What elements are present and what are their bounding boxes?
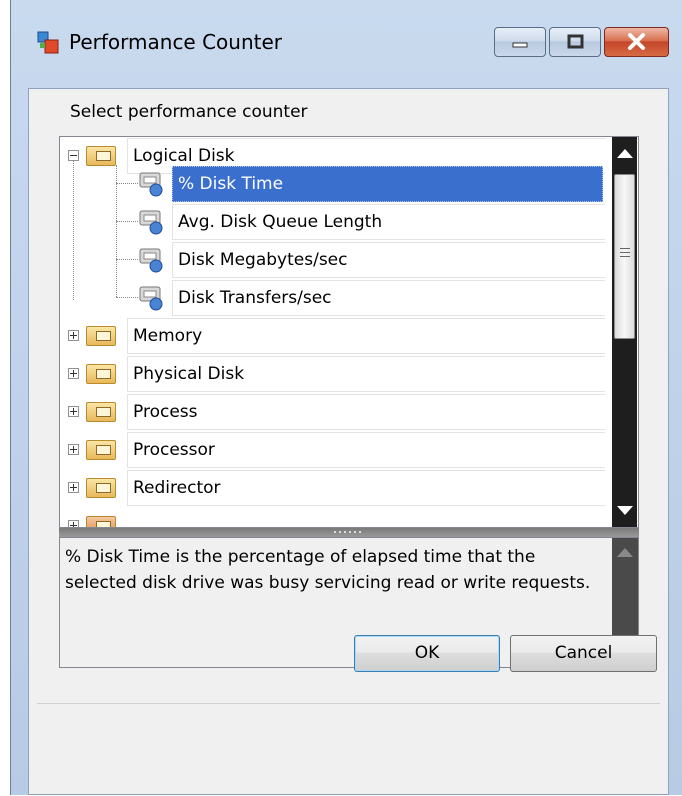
close-button[interactable] [604, 27, 669, 57]
button-bar [37, 703, 660, 796]
maximize-button[interactable] [549, 27, 601, 57]
window-title: Performance Counter [69, 30, 283, 54]
pane-splitter[interactable] [59, 528, 639, 537]
splitter-grip-icon [334, 531, 364, 533]
tree-item-label: Redirector [127, 470, 605, 506]
tree-item-label: Disk Transfers/sec [172, 280, 605, 316]
expand-icon[interactable] [68, 406, 79, 417]
tree-item-redirector[interactable]: Redirector [60, 469, 605, 507]
performance-counter-icon [37, 31, 59, 54]
cancel-button[interactable]: Cancel [510, 635, 657, 672]
dialog-body: Select performance counter Logical Disk [28, 88, 669, 795]
folder-icon [86, 402, 116, 422]
counter-tree[interactable]: Logical Disk % Disk Time Avg. Disk Queue [59, 136, 639, 528]
tree-item-label: Physical Disk [127, 356, 605, 392]
select-counter-label: Select performance counter [70, 102, 308, 122]
counter-icon [139, 172, 163, 197]
grip-icon [620, 252, 630, 253]
expand-icon[interactable] [68, 444, 79, 455]
folder-icon [86, 146, 116, 166]
counter-icon [139, 210, 163, 235]
close-icon [628, 33, 645, 50]
minimize-button[interactable] [494, 27, 546, 57]
tree-item-memory[interactable]: Memory [60, 317, 605, 355]
tree-item-label: Memory [127, 318, 605, 354]
expand-icon[interactable] [68, 368, 79, 379]
maximize-icon [567, 34, 584, 49]
minimize-icon [512, 42, 528, 48]
scroll-up-icon[interactable] [617, 548, 633, 557]
tree-item-avg-disk-queue-length[interactable]: Avg. Disk Queue Length [60, 203, 605, 241]
collapse-icon[interactable] [68, 150, 79, 161]
scroll-down-icon[interactable] [617, 506, 633, 515]
tree-item-process[interactable]: Process [60, 393, 605, 431]
tree-item-label: Avg. Disk Queue Length [172, 204, 605, 240]
folder-icon [86, 364, 116, 384]
counter-icon [139, 286, 163, 311]
grip-icon [620, 256, 630, 257]
expand-icon[interactable] [68, 482, 79, 493]
tree-scrollbar[interactable] [612, 137, 637, 527]
tree-item-disk-time[interactable]: % Disk Time [60, 165, 605, 203]
folder-icon [86, 516, 116, 527]
folder-icon [86, 478, 116, 498]
tree-item-disk-transfers-sec[interactable]: Disk Transfers/sec [60, 279, 605, 317]
expand-icon[interactable] [68, 330, 79, 341]
tree-item-partial[interactable] [60, 507, 605, 527]
title-bar[interactable]: Performance Counter [11, 0, 682, 90]
performance-counter-window: Performance Counter Select performance c… [10, 0, 682, 795]
tree-item-disk-megabytes-sec[interactable]: Disk Megabytes/sec [60, 241, 605, 279]
counter-description: % Disk Time is the percentage of elapsed… [65, 547, 591, 593]
tree-item-label: % Disk Time [172, 166, 603, 202]
scroll-thumb[interactable] [614, 174, 635, 339]
ok-button[interactable]: OK [354, 635, 500, 672]
tree-item-label: Processor [127, 432, 605, 468]
counter-icon [139, 248, 163, 273]
folder-icon [86, 440, 116, 460]
tree-item-label: Disk Megabytes/sec [172, 242, 605, 278]
grip-icon [620, 248, 630, 249]
expand-icon[interactable] [68, 520, 79, 527]
tree-item-label: Process [127, 394, 605, 430]
folder-icon [86, 326, 116, 346]
tree-item-physical-disk[interactable]: Physical Disk [60, 355, 605, 393]
tree-item-processor[interactable]: Processor [60, 431, 605, 469]
scroll-up-icon[interactable] [617, 149, 633, 158]
